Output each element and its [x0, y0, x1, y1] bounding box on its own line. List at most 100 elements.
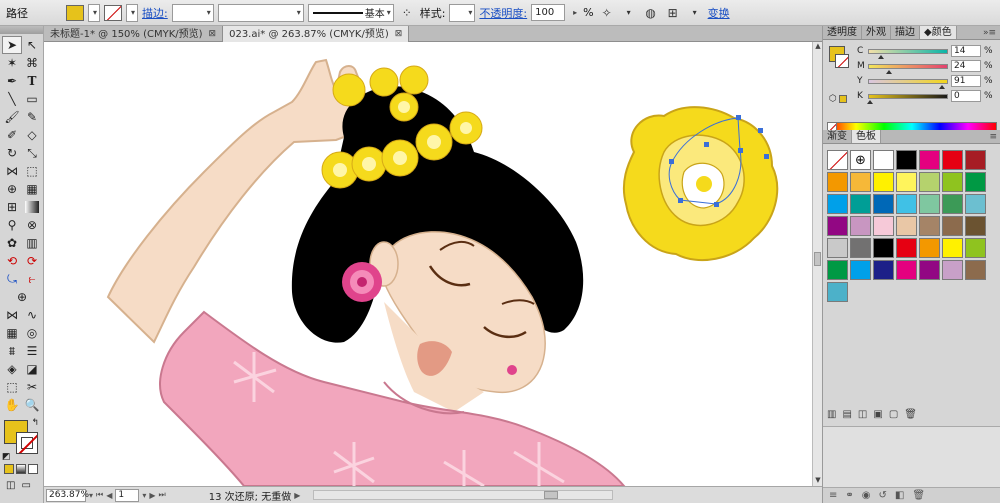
rectangle-tool-icon[interactable]: ▭	[22, 90, 42, 108]
hand-tool-icon[interactable]: ✋	[2, 396, 22, 414]
swatch-color[interactable]	[873, 150, 894, 170]
default-fill-stroke-icon[interactable]: ◩	[2, 452, 11, 462]
swatch-color[interactable]	[942, 150, 963, 170]
eyedropper-tool-icon[interactable]: ⚲	[2, 216, 22, 234]
swatch-none[interactable]	[827, 150, 848, 170]
slider-k[interactable]: K 0 %	[857, 89, 999, 104]
artboard-dropdown[interactable]: ▾	[142, 491, 146, 500]
vertical-scrollbar[interactable]: ▲ ▼	[812, 42, 822, 486]
gradient-tool-icon[interactable]	[25, 201, 39, 213]
align-dropdown[interactable]: ▾	[686, 4, 704, 22]
recolor-artwork-icon[interactable]: ✧	[598, 4, 616, 22]
swatch-color[interactable]	[896, 216, 917, 236]
swatch-color[interactable]	[896, 194, 917, 214]
tab-stroke[interactable]: 描边	[891, 26, 920, 39]
stroke-weight-field[interactable]: ▾	[171, 3, 214, 22]
color-group-icon[interactable]: ▣	[873, 409, 882, 420]
slice-select-icon[interactable]: ✂	[22, 378, 42, 396]
transform-link[interactable]: 变换	[708, 5, 730, 21]
slider-m[interactable]: M 24 %	[857, 59, 999, 74]
envelope-warp-icon[interactable]: ⋈	[2, 306, 22, 324]
slider-y[interactable]: Y 91 %	[857, 74, 999, 89]
swatch-color[interactable]	[942, 172, 963, 192]
new-swatch-icon[interactable]: ▢	[889, 409, 898, 420]
wave-warp-icon[interactable]: ∿	[22, 306, 42, 324]
perspective-grid-tool-icon[interactable]: ▦	[22, 180, 42, 198]
mesh-tool-icon[interactable]: ⊞	[2, 198, 22, 216]
swatch-color[interactable]	[873, 172, 894, 192]
delete-swatch-icon[interactable]: 🗑	[904, 409, 917, 420]
stroke-color-box[interactable]	[16, 432, 38, 454]
paintbrush-tool-icon[interactable]: 🖌	[2, 108, 22, 126]
close-icon[interactable]: ⊠	[395, 27, 403, 42]
zoom-level-field[interactable]: 263.87%	[46, 488, 89, 502]
grid-icon[interactable]: ▦	[2, 324, 22, 342]
artboard-tool-icon[interactable]: ⟲	[2, 252, 22, 270]
gradient-mode-icon[interactable]	[16, 464, 26, 474]
swatches-menu-icon[interactable]: ≡	[985, 130, 1000, 143]
swatch-color[interactable]	[850, 260, 871, 280]
circles-icon[interactable]: ◎	[22, 324, 42, 342]
swatch-color[interactable]	[965, 172, 986, 192]
swatch-color[interactable]	[827, 238, 848, 258]
screen-mode-icon[interactable]: ▭	[21, 480, 30, 491]
rotate-tool-icon[interactable]: ↻	[2, 144, 22, 162]
color-mode-icon[interactable]	[4, 464, 14, 474]
swatch-color[interactable]	[850, 172, 871, 192]
direct-selection-tool-icon[interactable]: ↖	[22, 36, 42, 54]
selection-tool-icon[interactable]: ➤	[2, 36, 22, 54]
stroke-label-link[interactable]: 描边:	[142, 5, 168, 21]
stroke-dropdown[interactable]: ▾	[126, 3, 138, 22]
swap-fill-stroke-icon[interactable]: ↰	[31, 418, 39, 428]
slice-tool-icon[interactable]: ⟳	[22, 252, 42, 270]
swatch-color[interactable]	[965, 238, 986, 258]
swatch-color[interactable]	[919, 238, 940, 258]
tab-023-ai[interactable]: 023.ai* @ 263.87% (CMYK/预览) ⊠	[223, 26, 410, 42]
swatch-color[interactable]	[896, 260, 917, 280]
swatch-color[interactable]	[919, 150, 940, 170]
swatch-color[interactable]	[942, 216, 963, 236]
graphic-style-dropdown[interactable]: ▾	[449, 3, 476, 22]
scale-tool-icon[interactable]: ⤡	[22, 144, 42, 162]
swatch-color[interactable]	[965, 150, 986, 170]
tab-gradient[interactable]: 渐变	[823, 130, 852, 143]
swatch-color[interactable]	[827, 282, 848, 302]
swatch-color[interactable]	[827, 172, 848, 192]
swatch-color[interactable]	[850, 216, 871, 236]
swatch-color[interactable]	[873, 260, 894, 280]
zoom-tool-icon[interactable]: 🔍	[22, 396, 42, 414]
shape-builder-tool-icon[interactable]: ⊕	[2, 180, 22, 198]
slider-c-knob[interactable]	[878, 54, 884, 59]
magic-wand-tool-icon[interactable]: ✶	[2, 54, 22, 72]
crosshair-icon[interactable]: ⊕	[2, 288, 42, 306]
stroke-none-swatch[interactable]	[104, 4, 122, 21]
trash-icon[interactable]: 🗑	[912, 490, 925, 501]
swatch-color[interactable]	[896, 150, 917, 170]
swatch-color[interactable]	[919, 216, 940, 236]
layers-icon[interactable]: ◧	[895, 490, 904, 501]
swatch-color[interactable]	[965, 216, 986, 236]
symbol-sprayer-tool-icon[interactable]: ✿	[2, 234, 22, 252]
swatch-color[interactable]	[850, 238, 871, 258]
last-artboard-icon[interactable]: ⏭	[159, 490, 166, 500]
swatch-registration[interactable]: ⊕	[850, 150, 871, 170]
tab-untitled[interactable]: 未标题-1* @ 150% (CMYK/预览) ⊠	[44, 26, 224, 42]
reset-icon[interactable]: ↺	[879, 490, 887, 501]
free-transform-tool-icon[interactable]: ⬚	[22, 162, 42, 180]
brush-definition-dropdown[interactable]: 基本 ▾	[307, 3, 394, 22]
swatch-color[interactable]	[965, 260, 986, 280]
swatch-color[interactable]	[873, 194, 894, 214]
blend-tool-icon[interactable]: ⊗	[22, 216, 42, 234]
swatch-color[interactable]	[942, 194, 963, 214]
list-icon[interactable]: ☰	[22, 342, 42, 360]
variable-width-profile[interactable]: ▾	[217, 3, 304, 22]
zoom-dropdown[interactable]: ▾	[89, 491, 93, 500]
artboard-canvas[interactable]	[44, 42, 812, 486]
live-paint-selection-icon[interactable]: ◪	[22, 360, 42, 378]
knife-tool-icon[interactable]: ⥼	[22, 270, 42, 288]
crop-area-tool-icon[interactable]: ⬚	[2, 378, 22, 396]
swatch-kinds-icon[interactable]: ▤	[842, 409, 851, 420]
tab-appearance[interactable]: 外观	[862, 26, 891, 39]
lasso-tool-icon[interactable]: ⌘	[22, 54, 42, 72]
swatch-color[interactable]	[965, 194, 986, 214]
